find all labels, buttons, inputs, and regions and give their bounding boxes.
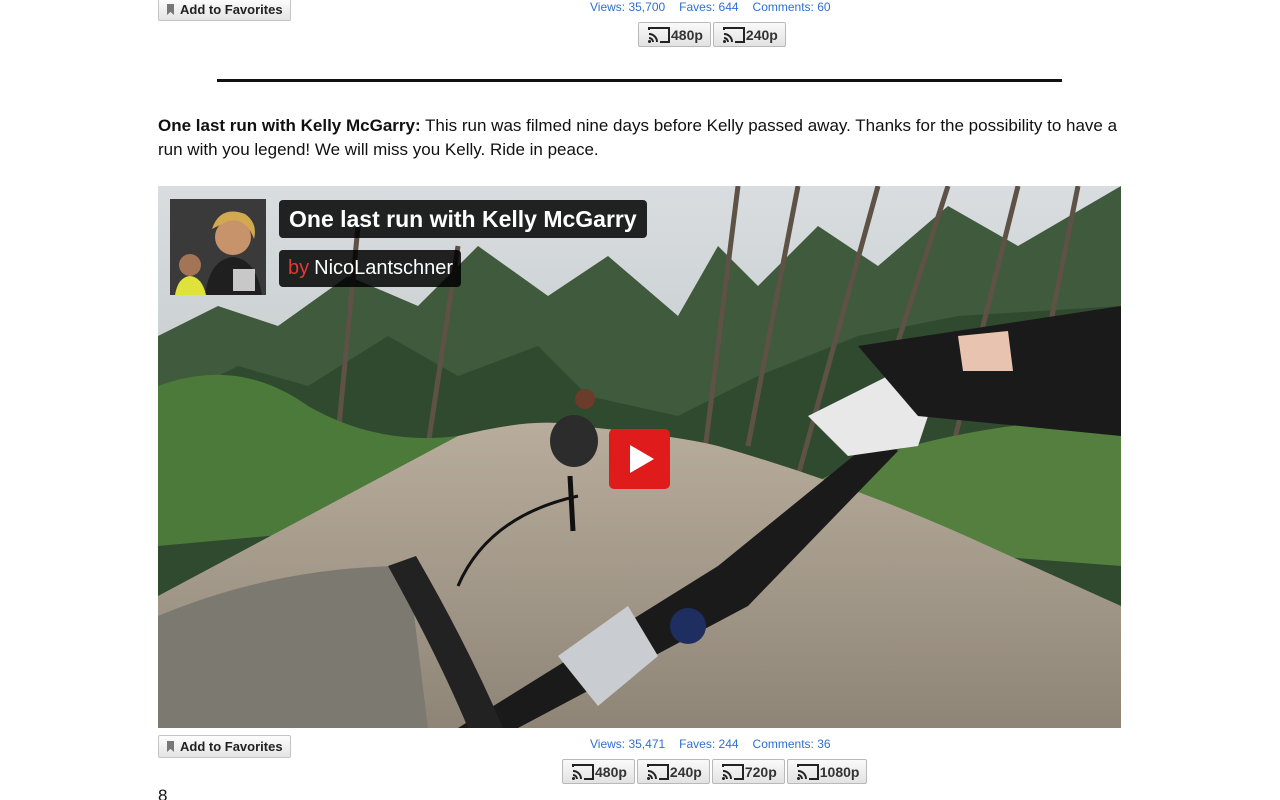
res-label: 240p — [745, 26, 778, 43]
cast-icon — [721, 763, 744, 780]
cast-icon — [648, 26, 670, 43]
res-label: 240p — [669, 763, 702, 780]
add-to-favorites-button[interactable]: Add to Favorites — [158, 735, 291, 758]
video-player[interactable]: One last run with Kelly McGarry by NicoLa… — [158, 186, 1121, 728]
views-link[interactable]: Views: 35,700 — [590, 0, 665, 14]
video-channel[interactable]: by NicoLantschner — [279, 250, 462, 287]
video-title[interactable]: One last run with Kelly McGarry — [279, 200, 647, 238]
section-divider — [217, 79, 1062, 82]
video-stats: Views: 35,471 Faves: 244 Comments: 36 — [590, 737, 845, 751]
channel-avatar[interactable] — [170, 199, 266, 295]
bookmark-icon — [167, 4, 174, 15]
res-button-240p[interactable]: 240p — [636, 759, 710, 784]
by-label: by — [288, 257, 310, 279]
faves-link[interactable]: Faves: 244 — [679, 737, 738, 751]
res-label: 480p — [671, 26, 703, 43]
add-to-favorites-button[interactable]: Add to Favorites — [158, 0, 291, 21]
res-button-720p[interactable]: 720p — [711, 759, 785, 784]
res-label: 480p — [595, 763, 627, 780]
avatar-image — [170, 199, 266, 295]
cast-icon — [796, 763, 819, 780]
play-icon — [630, 445, 654, 473]
entry-title: One last run with Kelly McGarry: — [158, 116, 421, 135]
comments-link[interactable]: Comments: 60 — [753, 0, 831, 14]
favorite-label: Add to Favorites — [180, 739, 283, 754]
res-label: 720p — [744, 763, 777, 780]
res-button-480p[interactable]: 480p — [638, 22, 711, 47]
views-link[interactable]: Views: 35,471 — [590, 737, 665, 751]
video-stats: Views: 35,700 Faves: 644 Comments: 60 — [590, 0, 845, 14]
res-button-480p[interactable]: 480p — [562, 759, 635, 784]
favorite-label: Add to Favorites — [180, 2, 283, 17]
resolution-buttons: 480p 240p 720p 1080p — [562, 759, 868, 784]
page: Add to Favorites Views: 35,700 Faves: 644… — [0, 0, 1280, 800]
resolution-buttons: 480p 240p — [638, 22, 786, 47]
entry-description: One last run with Kelly McGarry: This ru… — [158, 114, 1123, 162]
bookmark-icon — [167, 741, 174, 752]
faves-link[interactable]: Faves: 644 — [679, 0, 738, 14]
play-button[interactable] — [609, 429, 670, 489]
channel-name: NicoLantschner — [314, 257, 454, 279]
res-button-1080p[interactable]: 1080p — [786, 759, 868, 784]
res-label: 1080p — [819, 763, 860, 780]
cast-icon — [572, 763, 594, 780]
cast-icon — [646, 763, 669, 780]
res-button-240p[interactable]: 240p — [712, 22, 786, 47]
next-entry-number: 8 — [158, 786, 168, 800]
cast-icon — [722, 26, 745, 43]
comments-link[interactable]: Comments: 36 — [753, 737, 831, 751]
